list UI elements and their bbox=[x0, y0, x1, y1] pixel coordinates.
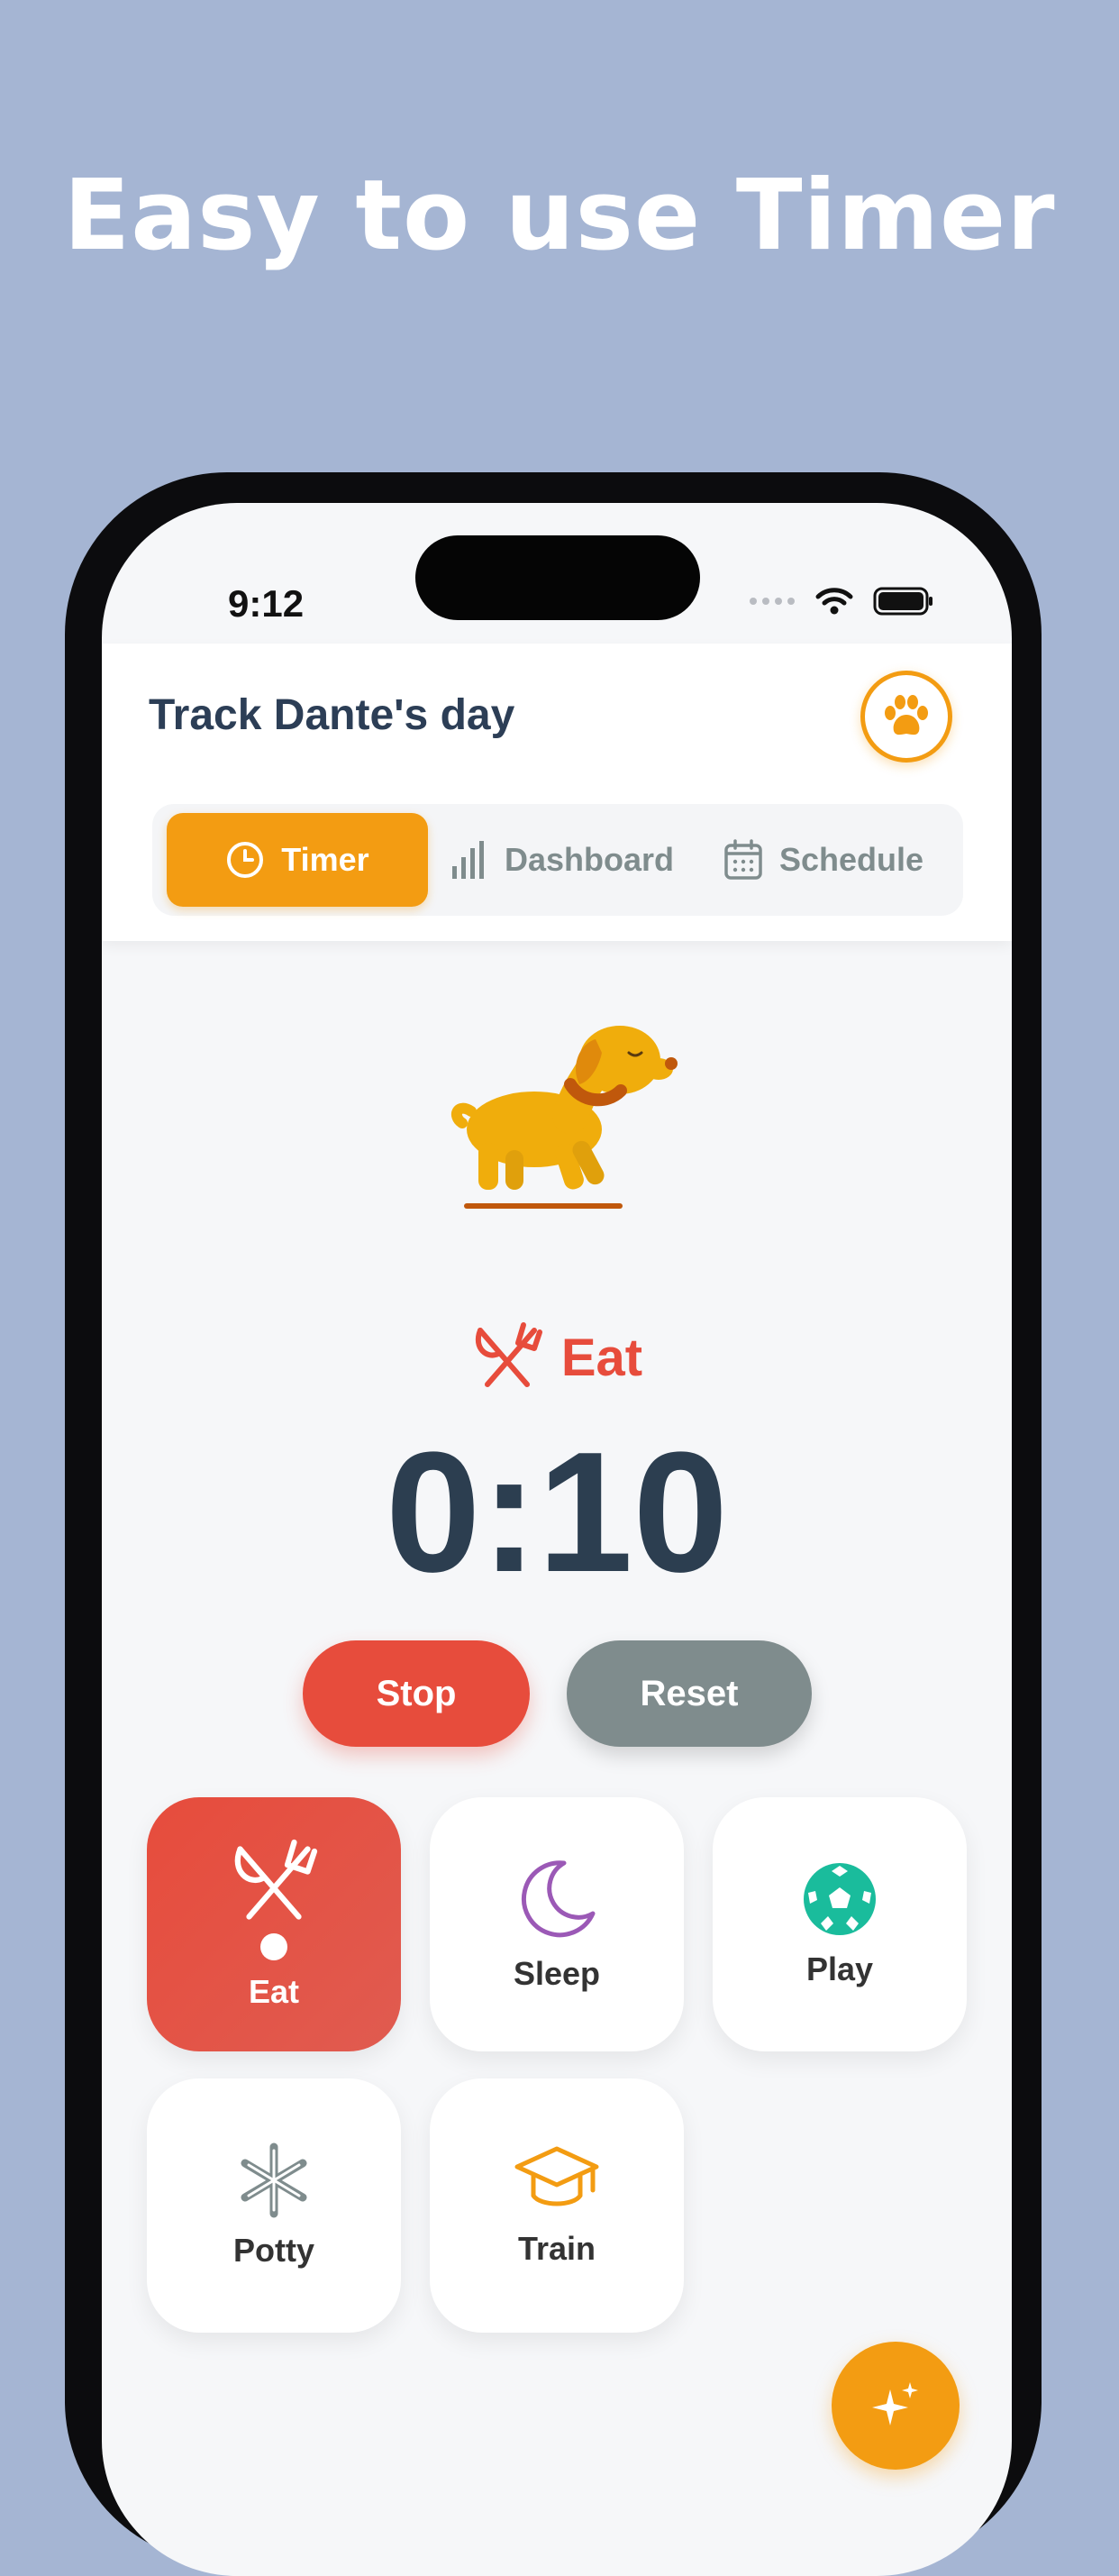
profile-button[interactable] bbox=[860, 671, 952, 763]
ai-assistant-button[interactable] bbox=[832, 2342, 960, 2470]
activity-card-sleep[interactable]: Sleep bbox=[430, 1797, 684, 2051]
tab-timer[interactable]: Timer bbox=[167, 813, 428, 907]
tab-timer-label: Timer bbox=[281, 841, 369, 878]
app-header: Track Dante's day Timer Dashboard Schedu… bbox=[102, 644, 1012, 941]
calendar-icon bbox=[724, 839, 762, 880]
bar-chart-icon bbox=[451, 841, 484, 879]
graduation-cap-icon bbox=[514, 2146, 599, 2206]
asterisk-icon bbox=[241, 2142, 307, 2218]
utensils-icon bbox=[475, 1322, 542, 1387]
activity-label: Eat bbox=[248, 1973, 300, 2010]
page-title: Track Dante's day bbox=[149, 691, 515, 739]
dynamic-island bbox=[415, 535, 700, 620]
activity-card-train[interactable]: Train bbox=[430, 2078, 684, 2333]
activity-label: Potty bbox=[233, 2232, 314, 2269]
activity-card-eat[interactable]: Eat bbox=[147, 1797, 401, 2051]
tab-schedule-label: Schedule bbox=[778, 841, 924, 878]
activity-card-potty[interactable]: Potty bbox=[147, 2078, 401, 2333]
headline: Easy to use Timer bbox=[63, 160, 1056, 272]
soccer-ball-icon bbox=[804, 1863, 876, 1935]
sparkles-icon bbox=[872, 2382, 918, 2425]
status-bar-time: 9:12 bbox=[228, 582, 305, 625]
activity-card-play[interactable]: Play bbox=[713, 1797, 967, 2051]
current-activity: Eat bbox=[102, 1321, 1012, 1393]
wifi-icon bbox=[815, 588, 853, 615]
status-icons bbox=[749, 579, 934, 624]
activity-label: Sleep bbox=[513, 1955, 601, 1992]
clock-icon bbox=[227, 842, 264, 878]
current-activity-label: Eat bbox=[560, 1328, 643, 1387]
tab-bar: Timer Dashboard Schedule bbox=[152, 804, 963, 916]
tab-dashboard-label: Dashboard bbox=[504, 841, 675, 878]
timer-display: 0:10 bbox=[385, 1417, 729, 1608]
active-indicator-dot bbox=[260, 1933, 287, 1960]
utensils-icon bbox=[234, 1839, 318, 1920]
activity-label: Play bbox=[805, 1950, 874, 1987]
battery-icon bbox=[873, 587, 932, 616]
app-screen: 9:12 Track Dante's day Timer Dashboard S… bbox=[102, 503, 1012, 2576]
paw-icon bbox=[885, 695, 928, 735]
dog-illustration bbox=[450, 1026, 678, 1209]
activity-label: Train bbox=[517, 2230, 596, 2267]
reset-button[interactable]: Reset bbox=[567, 1640, 812, 1747]
tab-dashboard[interactable]: Dashboard bbox=[441, 813, 684, 907]
stop-button[interactable]: Stop bbox=[303, 1640, 530, 1747]
signal-dots-icon bbox=[750, 598, 795, 605]
moon-icon bbox=[521, 1860, 596, 1938]
tab-schedule[interactable]: Schedule bbox=[693, 813, 954, 907]
